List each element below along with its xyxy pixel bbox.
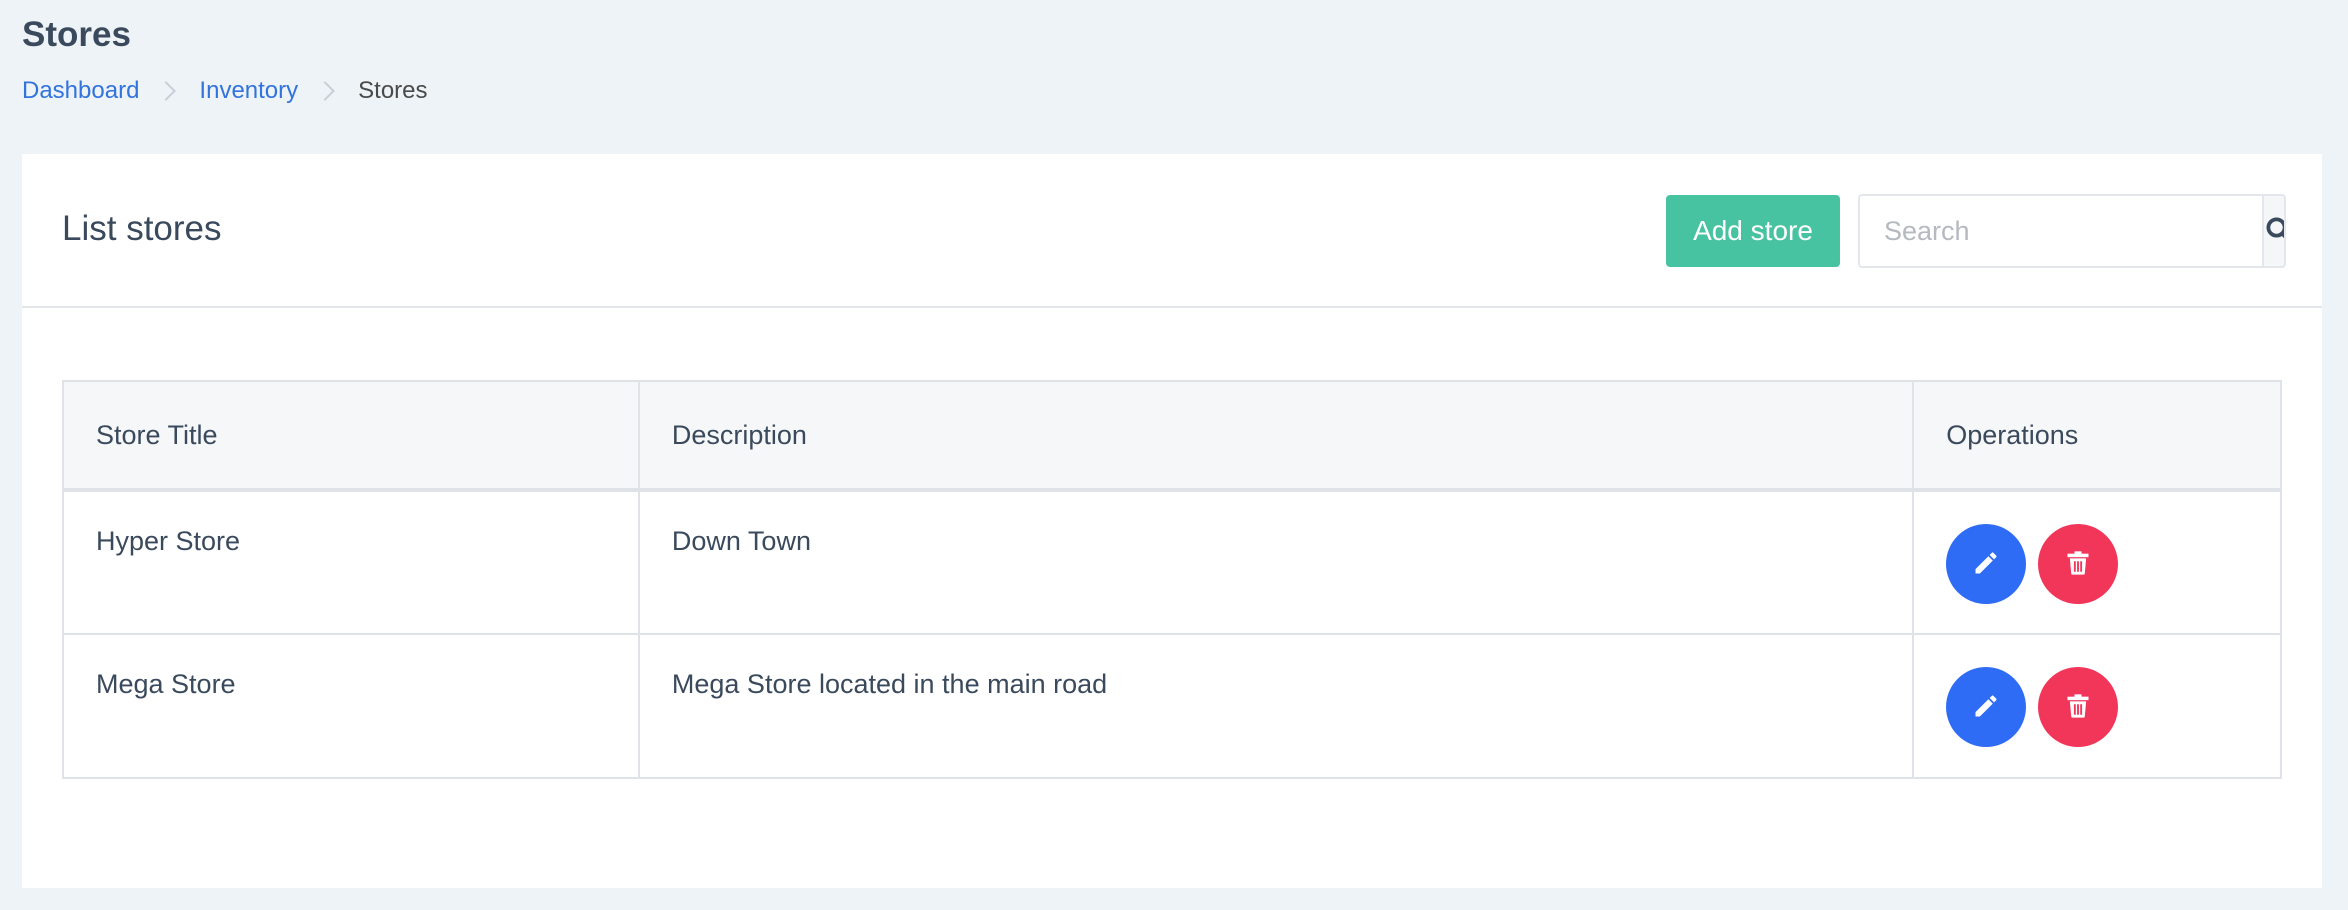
trash-icon bbox=[2064, 692, 2092, 723]
breadcrumb: Dashboard Inventory Stores bbox=[22, 76, 428, 106]
pencil-icon bbox=[1972, 692, 2000, 723]
column-header-operations: Operations bbox=[1912, 380, 2282, 492]
delete-store-button[interactable] bbox=[2037, 524, 2118, 604]
stores-table: Store Title Description Operations Hyper… bbox=[62, 380, 2282, 779]
trash-icon bbox=[2064, 549, 2092, 580]
page-header: Stores Dashboard Inventory Stores bbox=[22, 14, 428, 106]
breadcrumb-current: Stores bbox=[358, 77, 428, 104]
search-group bbox=[1858, 194, 2286, 268]
operations-cell bbox=[1912, 489, 2282, 635]
column-header-store-title[interactable]: Store Title bbox=[62, 380, 640, 492]
card-header: List stores Add store bbox=[22, 154, 2322, 308]
pencil-icon bbox=[1972, 549, 2000, 580]
card-title: List stores bbox=[62, 209, 222, 248]
search-icon bbox=[2264, 215, 2284, 248]
breadcrumb-dashboard-link[interactable]: Dashboard bbox=[22, 76, 139, 106]
store-description-cell: Mega Store located in the main road bbox=[637, 633, 1915, 779]
page-title: Stores bbox=[22, 15, 131, 54]
table-header-row: Store Title Description Operations bbox=[62, 380, 2282, 492]
column-header-description[interactable]: Description bbox=[637, 380, 1915, 492]
stores-table-wrapper: Store Title Description Operations Hyper… bbox=[62, 380, 2282, 779]
edit-store-button[interactable] bbox=[1946, 667, 2027, 747]
chevron-right-icon bbox=[156, 81, 177, 101]
stores-card: List stores Add store Store Title Descri… bbox=[22, 154, 2322, 888]
chevron-right-icon bbox=[315, 81, 336, 101]
delete-store-button[interactable] bbox=[2037, 667, 2118, 747]
table-row: Mega Store Mega Store located in the mai… bbox=[62, 633, 2282, 779]
store-title-cell: Hyper Store bbox=[62, 489, 640, 635]
search-button[interactable] bbox=[2262, 196, 2284, 266]
store-description-cell: Down Town bbox=[637, 489, 1915, 635]
store-title-cell: Mega Store bbox=[62, 633, 640, 779]
operations-cell bbox=[1912, 633, 2282, 779]
add-store-button[interactable]: Add store bbox=[1666, 195, 1840, 267]
breadcrumb-inventory-link[interactable]: Inventory bbox=[199, 76, 298, 106]
edit-store-button[interactable] bbox=[1946, 524, 2027, 604]
table-row: Hyper Store Down Town bbox=[62, 489, 2282, 635]
search-input[interactable] bbox=[1860, 196, 2262, 266]
